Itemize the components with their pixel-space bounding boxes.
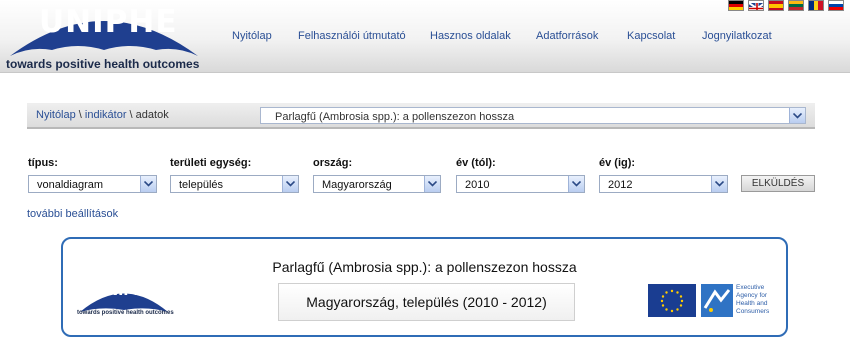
- chart-subtitle-box: Magyarország, település (2010 - 2012): [278, 283, 575, 321]
- slovenian-flag-icon[interactable]: [828, 0, 844, 11]
- nav-user-guide[interactable]: Felhasználói útmutató: [298, 30, 406, 42]
- uniphe-small-logo: UNIPHE towards positive health outcomes: [77, 283, 174, 319]
- breadcrumb: Nyitólap \ indikátor \ adatok: [36, 109, 169, 121]
- year-from-select[interactable]: 2010: [456, 175, 585, 193]
- chevron-down-icon[interactable]: [424, 176, 440, 192]
- breadcrumb-bar: Nyitólap \ indikátor \ adatok Parlagfű (…: [27, 103, 815, 129]
- eahc-emblem-icon: [701, 284, 733, 317]
- chevron-down-icon[interactable]: [568, 176, 584, 192]
- chart-subtitle: Magyarország, település (2010 - 2012): [306, 294, 547, 310]
- breadcrumb-separator: \: [75, 109, 85, 121]
- eahc-text-line: Executive: [736, 284, 765, 291]
- site-header: UNIPHE towards positive health outcomes …: [0, 0, 850, 73]
- eu-flag-icon: [648, 284, 696, 317]
- chart-panel: Parlagfű (Ambrosia spp.): a pollenszezon…: [61, 237, 788, 337]
- nav-useful-pages[interactable]: Hasznos oldalak: [430, 30, 511, 42]
- lithuanian-flag-icon[interactable]: [788, 0, 804, 11]
- breadcrumb-indicator[interactable]: indikátor: [85, 109, 127, 121]
- chevron-down-icon[interactable]: [789, 108, 805, 123]
- indicator-select-value: Parlagfű (Ambrosia spp.): a pollenszezon…: [275, 111, 515, 123]
- eahc-text-line: Agency for: [736, 292, 768, 299]
- area-select-value: település: [179, 179, 224, 191]
- small-logo-text: UNIPHE: [95, 283, 155, 299]
- german-flag-icon[interactable]: [728, 0, 744, 11]
- uk-flag-icon[interactable]: [748, 0, 764, 11]
- breadcrumb-current: adatok: [135, 109, 169, 121]
- country-select[interactable]: Magyarország: [313, 175, 441, 193]
- year-to-select[interactable]: 2012: [599, 175, 728, 193]
- year-from-select-value: 2010: [465, 179, 490, 191]
- eahc-text-line: Health and: [736, 300, 768, 307]
- eahc-logo: Executive Agency for Health and Consumer…: [701, 284, 775, 317]
- area-select[interactable]: település: [170, 175, 299, 193]
- spanish-flag-icon[interactable]: [768, 0, 784, 11]
- logo-tagline: towards positive health outcomes: [6, 57, 200, 71]
- year-to-select-value: 2012: [608, 179, 633, 191]
- chevron-down-icon[interactable]: [711, 176, 727, 192]
- type-label: típus:: [28, 157, 58, 169]
- eahc-text-line: Consumers: [736, 308, 770, 315]
- nav-home[interactable]: Nyitólap: [232, 30, 272, 42]
- uniphe-logo[interactable]: UNIPHE towards positive health outcomes: [6, 2, 202, 72]
- area-label: területi egység:: [170, 157, 252, 169]
- chevron-down-icon[interactable]: [282, 176, 298, 192]
- nav-legal[interactable]: Jognyilatkozat: [702, 30, 772, 42]
- logo-text: UNIPHE: [39, 4, 178, 40]
- nav-data-sources[interactable]: Adatforrások: [536, 30, 598, 42]
- chart-title: Parlagfű (Ambrosia spp.): a pollenszezon…: [272, 259, 577, 275]
- small-logo-tagline: towards positive health outcomes: [77, 310, 174, 316]
- nav-contact[interactable]: Kapcsolat: [627, 30, 675, 42]
- more-settings-link[interactable]: további beállítások: [27, 208, 118, 220]
- eahc-text: Executive Agency for Health and Consumer…: [736, 284, 769, 316]
- indicator-select[interactable]: Parlagfű (Ambrosia spp.): a pollenszezon…: [260, 107, 806, 124]
- romanian-flag-icon[interactable]: [808, 0, 824, 11]
- breadcrumb-home[interactable]: Nyitólap: [36, 109, 76, 121]
- type-select-value: vonaldiagram: [37, 179, 104, 191]
- country-select-value: Magyarország: [322, 179, 392, 191]
- submit-button[interactable]: ELKÜLDÉS: [741, 175, 815, 192]
- year-to-label: év (ig):: [599, 157, 636, 169]
- year-from-label: év (tól):: [456, 157, 496, 169]
- breadcrumb-separator: \: [126, 109, 136, 121]
- type-select[interactable]: vonaldiagram: [28, 175, 157, 193]
- country-label: ország:: [313, 157, 353, 169]
- chevron-down-icon[interactable]: [140, 176, 156, 192]
